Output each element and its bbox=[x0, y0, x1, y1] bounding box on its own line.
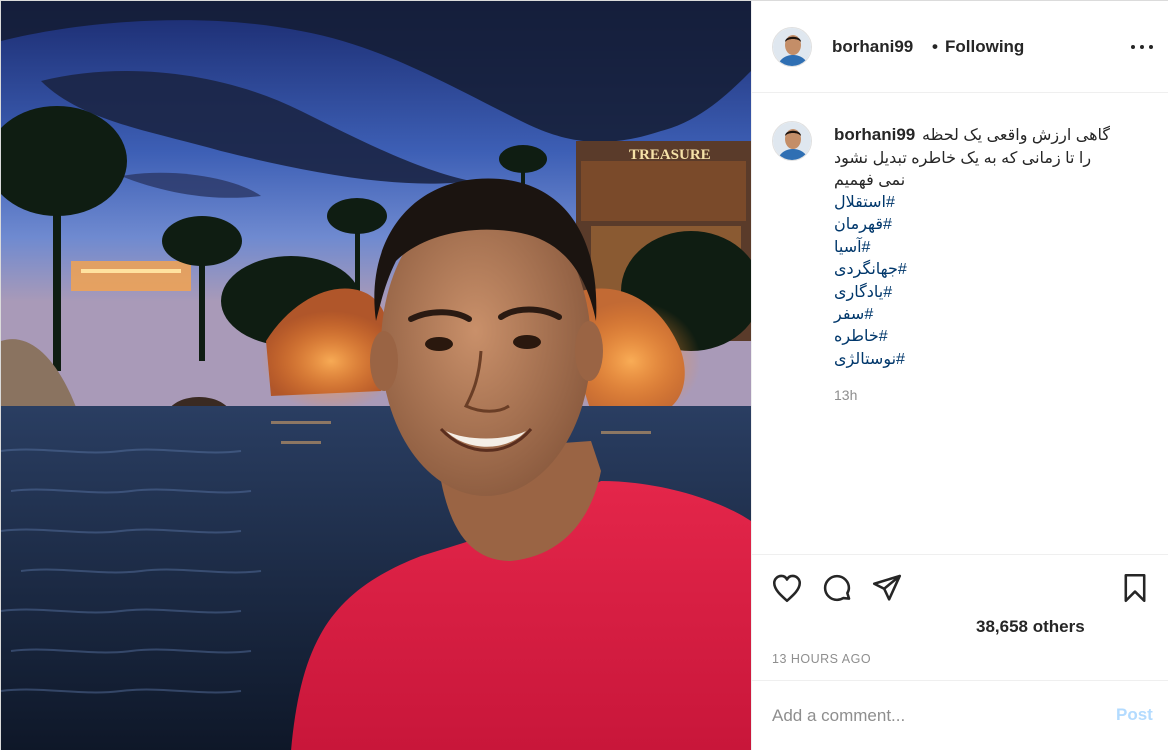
hashtag-link[interactable]: #جهانگردی bbox=[834, 259, 954, 281]
more-options-icon[interactable] bbox=[1128, 36, 1156, 58]
post-author-username[interactable]: borhani99 bbox=[832, 37, 913, 57]
caption-line-3: نمی فهمیم bbox=[834, 172, 906, 189]
heart-icon[interactable] bbox=[770, 571, 804, 605]
caption-line-2: را تا زمانی که به یک خاطره تبدیل نشود bbox=[834, 150, 1092, 167]
post-timestamp[interactable]: 13 HOURS AGO bbox=[772, 652, 871, 666]
hashtag-link[interactable]: #خاطره bbox=[834, 326, 954, 348]
hashtag-link[interactable]: #یادگاری bbox=[834, 282, 954, 304]
hashtag-link[interactable]: #نوستالژی bbox=[834, 349, 954, 371]
hashtag-link[interactable]: #قهرمان bbox=[834, 214, 954, 236]
hashtag-list: #استقلال #قهرمان #آسیا #جهانگردی #یادگار… bbox=[834, 192, 954, 371]
hashtag-link[interactable]: #آسیا bbox=[834, 237, 954, 259]
comment-input[interactable] bbox=[772, 705, 1092, 727]
caption-username[interactable]: borhani99 bbox=[834, 125, 915, 145]
photo-sign-text: TREASURE bbox=[629, 147, 711, 163]
avatar-image bbox=[773, 28, 811, 66]
add-comment-bar: Post bbox=[752, 681, 1168, 750]
avatar-image bbox=[773, 122, 811, 160]
following-button[interactable]: Following bbox=[945, 37, 1024, 57]
caption-line-1: گاهی ارزش واقعی یک لحظه bbox=[922, 127, 1111, 144]
caption-timestamp[interactable]: 13h bbox=[834, 387, 857, 403]
post-actions: 38,658 others 13 HOURS AGO bbox=[752, 555, 1168, 681]
post-photo[interactable]: TREASURE bbox=[1, 1, 751, 750]
separator-dot: • bbox=[932, 37, 938, 56]
likes-count[interactable]: 38,658 others bbox=[976, 617, 1085, 637]
share-icon[interactable] bbox=[870, 571, 904, 605]
photo-illustration: TREASURE bbox=[1, 1, 751, 750]
post-comment-button[interactable]: Post bbox=[1116, 705, 1153, 725]
avatar[interactable] bbox=[772, 27, 812, 67]
caption-area: borhani99 گاهی ارزش واقعی یک لحظه را تا … bbox=[752, 93, 1168, 555]
post-dialog: TREASURE borhani99 • Following borhani99… bbox=[0, 0, 1168, 750]
post-header: borhani99 • Following bbox=[752, 1, 1168, 93]
caption-avatar[interactable] bbox=[772, 121, 812, 161]
bookmark-icon[interactable] bbox=[1118, 571, 1152, 605]
post-side-panel: borhani99 • Following borhani99 گاهی ارز… bbox=[751, 1, 1168, 750]
hashtag-link[interactable]: #استقلال bbox=[834, 192, 954, 214]
hashtag-link[interactable]: #سفر bbox=[834, 304, 954, 326]
comment-icon[interactable] bbox=[820, 571, 854, 605]
